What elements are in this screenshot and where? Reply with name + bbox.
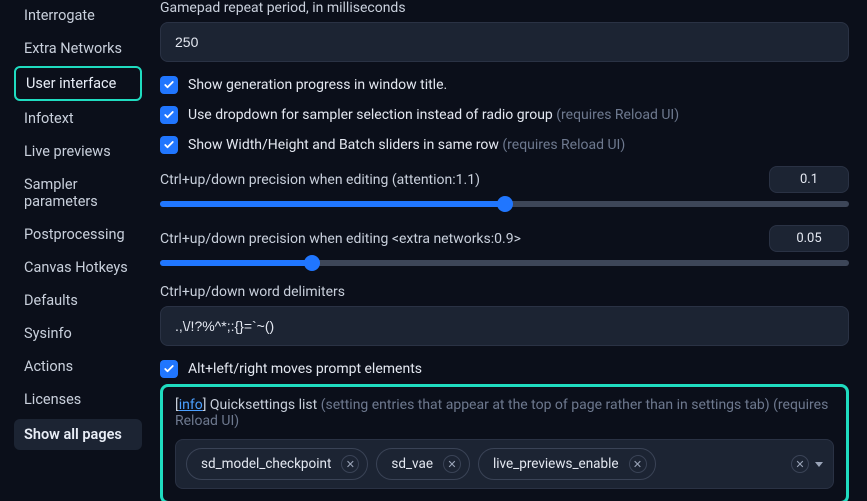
- sidebar-item-interrogate[interactable]: Interrogate: [14, 0, 142, 31]
- sidebar-item-canvas-hotkeys[interactable]: Canvas Hotkeys: [14, 252, 142, 283]
- attention-precision-slider[interactable]: [160, 201, 849, 207]
- delimiters-input[interactable]: [160, 306, 849, 346]
- tag-label: sd_vae: [391, 456, 433, 472]
- tag-sd-model-checkpoint[interactable]: sd_model_checkpoint ✕: [186, 448, 368, 480]
- dropdown-caret-icon[interactable]: [815, 462, 823, 467]
- tag-label: sd_model_checkpoint: [201, 456, 331, 472]
- delimiters-label: Ctrl+up/down word delimiters: [160, 284, 849, 300]
- dropdown-sampler-checkbox[interactable]: [160, 106, 178, 124]
- sidebar-item-postprocessing[interactable]: Postprocessing: [14, 219, 142, 250]
- sidebar-item-sysinfo[interactable]: Sysinfo: [14, 318, 142, 349]
- sidebar-show-all-pages[interactable]: Show all pages: [14, 419, 142, 450]
- tag-live-previews-enable[interactable]: live_previews_enable ✕: [478, 448, 656, 480]
- sidebar-item-actions[interactable]: Actions: [14, 351, 142, 382]
- tag-remove-icon[interactable]: ✕: [341, 455, 359, 473]
- tag-remove-icon[interactable]: ✕: [629, 455, 647, 473]
- sidebar-item-licenses[interactable]: Licenses: [14, 384, 142, 415]
- sidebar-item-extra-networks[interactable]: Extra Networks: [14, 33, 142, 64]
- tag-remove-icon[interactable]: ✕: [443, 455, 461, 473]
- settings-panel: Gamepad repeat period, in milliseconds S…: [150, 0, 867, 501]
- extra-precision-value[interactable]: 0.05: [769, 225, 849, 252]
- extra-precision-label: Ctrl+up/down precision when editing <ext…: [160, 231, 751, 247]
- attention-precision-label: Ctrl+up/down precision when editing (att…: [160, 172, 751, 188]
- sidebar-item-infotext[interactable]: Infotext: [14, 103, 142, 134]
- alt-move-label: Alt+left/right moves prompt elements: [188, 361, 422, 377]
- quicksettings-info-link[interactable]: info: [179, 397, 203, 413]
- gamepad-input[interactable]: [160, 22, 849, 62]
- extra-precision-slider[interactable]: [160, 260, 849, 266]
- show-progress-checkbox[interactable]: [160, 76, 178, 94]
- sidebar-item-defaults[interactable]: Defaults: [14, 285, 142, 316]
- quicksettings-input[interactable]: sd_model_checkpoint ✕ sd_vae ✕ live_prev…: [175, 439, 834, 489]
- tag-sd-vae[interactable]: sd_vae ✕: [376, 448, 470, 480]
- sidebar-item-user-interface[interactable]: User interface: [14, 66, 142, 101]
- gamepad-label: Gamepad repeat period, in milliseconds: [160, 0, 849, 16]
- alt-move-checkbox[interactable]: [160, 360, 178, 378]
- clear-all-icon[interactable]: ✕: [791, 455, 809, 473]
- same-row-checkbox[interactable]: [160, 136, 178, 154]
- show-progress-label: Show generation progress in window title…: [188, 77, 447, 93]
- sidebar-item-sampler-parameters[interactable]: Sampler parameters: [14, 169, 142, 217]
- quicksettings-label: [info] Quicksettings list (setting entri…: [175, 397, 834, 429]
- sidebar: Interrogate Extra Networks User interfac…: [0, 0, 150, 501]
- quicksettings-box: [info] Quicksettings list (setting entri…: [160, 384, 849, 501]
- same-row-label: Show Width/Height and Batch sliders in s…: [188, 137, 625, 153]
- dropdown-sampler-label: Use dropdown for sampler selection inste…: [188, 107, 679, 123]
- attention-precision-value[interactable]: 0.1: [769, 166, 849, 193]
- tag-label: live_previews_enable: [493, 456, 619, 472]
- sidebar-item-live-previews[interactable]: Live previews: [14, 136, 142, 167]
